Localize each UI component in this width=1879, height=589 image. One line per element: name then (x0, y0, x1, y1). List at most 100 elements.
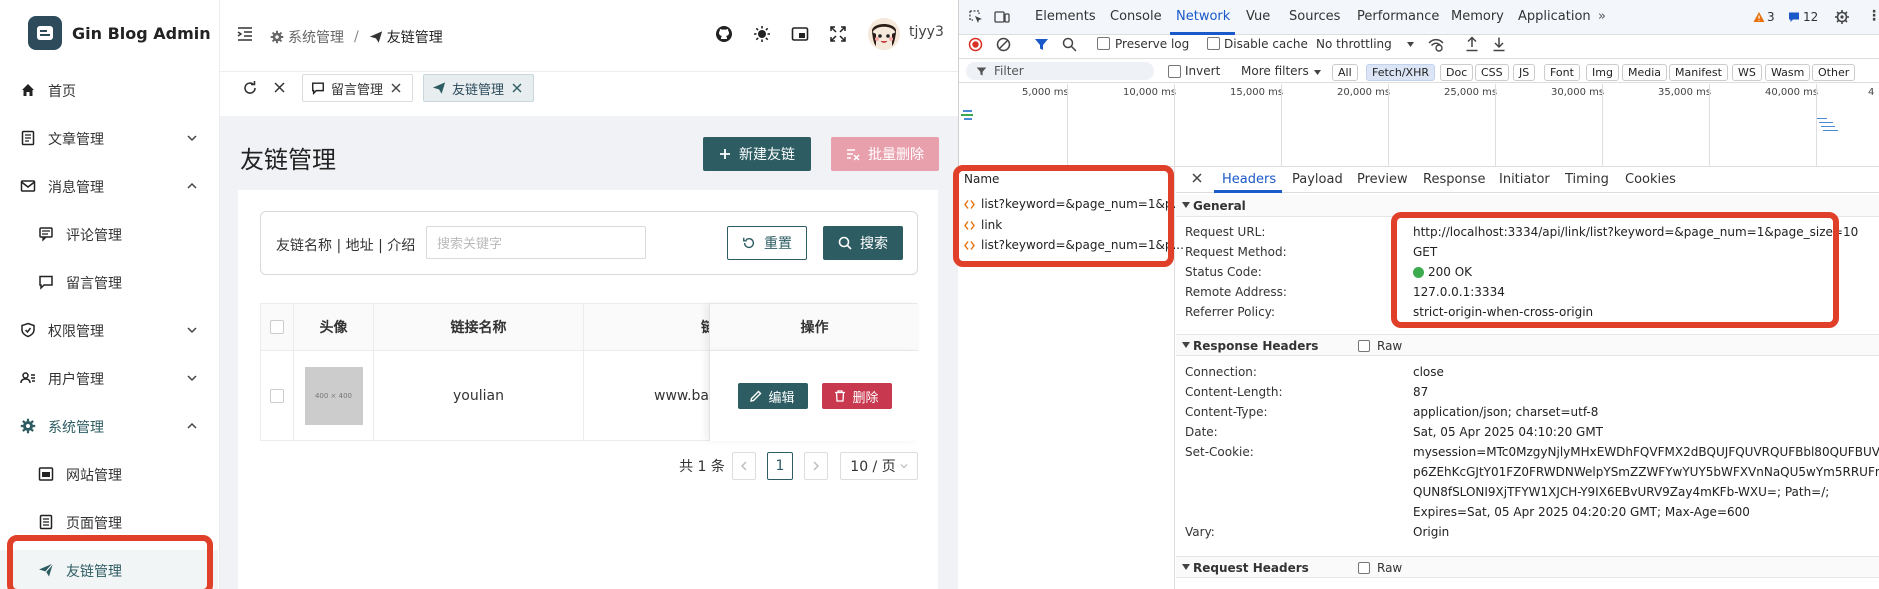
more-tabs-icon[interactable]: » (1598, 9, 1606, 24)
row-select[interactable] (261, 351, 293, 441)
chevron-up-icon (186, 180, 198, 192)
clear-icon[interactable] (996, 37, 1011, 52)
avatar[interactable] (868, 18, 900, 50)
sidebar-item-home[interactable]: 首页 (0, 70, 218, 110)
devtools-tab-memory[interactable]: Memory (1451, 9, 1504, 24)
devtools-tab-application[interactable]: Application (1518, 9, 1591, 24)
username[interactable]: tjyy3 (909, 24, 944, 40)
settings-gear-icon[interactable] (1834, 9, 1850, 25)
search-input[interactable]: 搜索关键字 (426, 226, 646, 259)
export-har-icon[interactable] (1492, 36, 1506, 52)
refresh-icon[interactable] (242, 80, 258, 96)
watermark-icon[interactable] (791, 25, 809, 43)
detail-tab-initiator[interactable]: Initiator (1499, 172, 1550, 187)
inspect-element-icon[interactable] (968, 9, 984, 25)
message-count-icon[interactable] (1788, 11, 1800, 23)
checkbox[interactable] (270, 389, 284, 403)
sidebar-item-users[interactable]: 用户管理 (0, 358, 218, 398)
sidebar-item-guestbook[interactable]: 留言管理 (0, 262, 218, 302)
warning-icon[interactable] (1753, 11, 1765, 23)
devtools-tab-performance[interactable]: Performance (1357, 9, 1439, 24)
sidebar-item-label: 网站管理 (66, 468, 122, 484)
devtools-tab-vue[interactable]: Vue (1246, 9, 1270, 24)
checkbox[interactable] (270, 320, 284, 334)
type-filter-media[interactable]: Media (1622, 64, 1668, 81)
tab-guestbook[interactable]: 留言管理 (302, 74, 413, 102)
type-filter-js[interactable]: JS (1513, 64, 1536, 81)
app-logo[interactable]: Gin Blog Admin (28, 16, 211, 50)
detail-tab-headers[interactable]: Headers (1222, 172, 1276, 187)
filter-funnel-icon[interactable] (1034, 37, 1049, 52)
type-filter-css[interactable]: CSS (1475, 64, 1509, 81)
import-har-icon[interactable] (1465, 36, 1479, 52)
detail-tab-response[interactable]: Response (1423, 172, 1485, 187)
header-key: Content-Type: (1185, 405, 1268, 419)
page-size-select[interactable]: 10 / 页 (840, 452, 918, 480)
device-toolbar-icon[interactable] (994, 9, 1010, 25)
detail-tab-preview[interactable]: Preview (1357, 172, 1408, 187)
type-filter-img[interactable]: Img (1586, 64, 1619, 81)
detail-tab-payload[interactable]: Payload (1292, 172, 1343, 187)
preserve-log-checkbox[interactable] (1097, 37, 1110, 50)
shield-icon (20, 322, 36, 338)
fullscreen-icon[interactable] (829, 25, 847, 43)
sun-icon[interactable] (753, 25, 771, 43)
filter-placeholder: Filter (994, 64, 1024, 78)
type-filter-all[interactable]: All (1332, 64, 1358, 81)
header-select-all[interactable] (261, 304, 293, 351)
tab-links[interactable]: 友链管理 (423, 74, 534, 102)
type-filter-other[interactable]: Other (1812, 64, 1856, 81)
detail-tab-timing[interactable]: Timing (1565, 172, 1609, 187)
detail-tab-cookies[interactable]: Cookies (1625, 172, 1676, 187)
devtools-tab-network[interactable]: Network (1176, 9, 1230, 24)
edit-button[interactable]: 编辑 (737, 383, 808, 409)
throttling-select[interactable]: No throttling (1316, 37, 1392, 51)
raw-checkbox[interactable] (1358, 340, 1370, 352)
sidebar-item-messages[interactable]: 消息管理 (0, 166, 218, 206)
menu-fold-icon[interactable] (236, 25, 254, 43)
header-value: Sat, 05 Apr 2025 04:10:20 GMT (1413, 425, 1604, 439)
reset-button[interactable]: 重置 (727, 226, 807, 260)
new-link-button[interactable]: 新建友链 (703, 137, 811, 171)
close-icon[interactable] (512, 83, 522, 93)
devtools-tab-elements[interactable]: Elements (1035, 9, 1096, 24)
network-conditions-icon[interactable] (1428, 37, 1444, 52)
delete-button[interactable]: 删除 (821, 383, 892, 409)
page-number-button[interactable]: 1 (767, 452, 793, 480)
close-all-icon[interactable] (273, 81, 286, 94)
type-filter-doc[interactable]: Doc (1440, 64, 1474, 81)
more-filters-select[interactable]: More filters (1241, 64, 1309, 78)
sidebar-item-website[interactable]: 网站管理 (0, 454, 218, 494)
search-button[interactable]: 搜索 (823, 226, 903, 260)
search-placeholder: 搜索关键字 (437, 237, 503, 252)
chevron-up-icon (186, 420, 198, 432)
breadcrumb-item-system[interactable]: 系统管理 (288, 27, 344, 47)
next-page-button[interactable] (804, 452, 828, 480)
close-icon[interactable] (1191, 172, 1203, 184)
close-icon[interactable] (391, 83, 401, 93)
type-filter-font[interactable]: Font (1544, 64, 1580, 81)
prev-page-button[interactable] (732, 452, 756, 480)
batch-delete-button[interactable]: 批量删除 (831, 137, 939, 171)
sidebar-item-permissions[interactable]: 权限管理 (0, 310, 218, 350)
invert-checkbox[interactable] (1168, 65, 1181, 78)
raw-checkbox[interactable] (1358, 562, 1370, 574)
type-filter-wasm[interactable]: Wasm (1765, 64, 1811, 81)
header-key: Request URL: (1185, 225, 1266, 239)
sidebar-item-label: 页面管理 (66, 516, 122, 532)
disable-cache-checkbox[interactable] (1207, 37, 1220, 50)
sidebar-item-system[interactable]: 系统管理 (0, 406, 218, 446)
devtools-tab-sources[interactable]: Sources (1289, 9, 1340, 24)
more-menu-icon[interactable]: ⋮ (1867, 8, 1879, 24)
header-key: Request Method: (1185, 245, 1287, 259)
sidebar-item-articles[interactable]: 文章管理 (0, 118, 218, 158)
search-icon[interactable] (1062, 37, 1077, 52)
type-filter-fetch-xhr[interactable]: Fetch/XHR (1366, 64, 1435, 81)
github-icon[interactable] (715, 25, 733, 43)
type-filter-manifest[interactable]: Manifest (1669, 64, 1728, 81)
devtools-tab-console[interactable]: Console (1110, 9, 1162, 24)
type-filter-ws[interactable]: WS (1732, 64, 1762, 81)
record-stop-icon[interactable] (968, 37, 983, 52)
sidebar-item-comments[interactable]: 评论管理 (0, 214, 218, 254)
timeline-tick: 20,000 ms (1337, 87, 1391, 98)
